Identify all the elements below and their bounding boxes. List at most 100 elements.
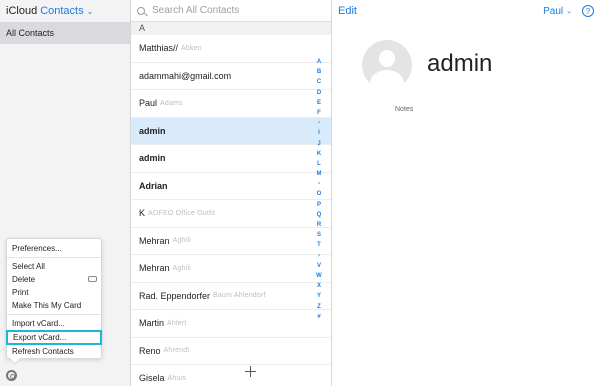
index-letter[interactable]: • xyxy=(318,179,320,189)
list-item[interactable]: Adrian xyxy=(131,173,331,200)
edit-button[interactable]: Edit xyxy=(338,5,357,17)
gear-icon[interactable] xyxy=(6,370,17,381)
index-letter[interactable]: S xyxy=(317,230,321,240)
menu-delete[interactable]: Delete xyxy=(7,273,101,286)
list-item[interactable]: Mehran Aghili xyxy=(131,255,331,283)
contact-first-name: Reno xyxy=(139,345,161,356)
index-letter[interactable]: R xyxy=(317,220,321,230)
index-letter[interactable]: E xyxy=(317,98,321,108)
contact-first-name: K xyxy=(139,208,146,219)
index-letter[interactable]: I xyxy=(318,128,320,138)
menu-import-vcard[interactable]: Import vCard... xyxy=(7,317,101,330)
menu-divider xyxy=(7,314,101,315)
app-switcher[interactable]: Contacts xyxy=(40,5,83,17)
index-letter[interactable]: J xyxy=(317,139,320,149)
contact-first-name: Paul xyxy=(139,98,158,109)
contact-first-name: Adrian xyxy=(139,180,168,191)
contact-first-name: Gisela xyxy=(139,373,165,384)
avatar-head xyxy=(379,50,395,67)
index-letter[interactable]: P xyxy=(317,200,321,210)
index-letter[interactable]: X xyxy=(317,281,321,291)
list-item[interactable]: K AOFEO Office Outfit xyxy=(131,200,331,228)
app-header: iCloud Contacts ⌄ xyxy=(0,0,130,22)
contact-last-name: Adams xyxy=(160,99,183,107)
list-item[interactable]: Gisela Ahuis xyxy=(131,365,331,386)
index-letter[interactable]: L xyxy=(317,159,321,169)
list-item[interactable]: adammahi@gmail.com xyxy=(131,63,331,90)
index-letter[interactable]: A xyxy=(317,57,321,67)
index-letter[interactable]: K xyxy=(317,149,321,159)
index-letter[interactable]: V xyxy=(317,261,321,271)
contact-last-name: Baum Ahlendorf xyxy=(213,292,266,300)
menu-print[interactable]: Print xyxy=(7,286,101,299)
add-contact-icon[interactable] xyxy=(245,366,256,377)
sidebar: iCloud Contacts ⌄ All Contacts Preferenc… xyxy=(0,0,131,386)
account-menu[interactable]: Paul xyxy=(543,6,563,17)
menu-divider xyxy=(7,257,101,258)
contact-first-name: Mehran xyxy=(139,263,170,274)
contact-first-name: Matthias// xyxy=(139,43,179,54)
index-letter[interactable]: # xyxy=(317,312,320,322)
list-item[interactable]: Martin Ahlert xyxy=(131,310,331,338)
contact-first-name: admin xyxy=(139,153,166,164)
contact-first-name: adammahi@gmail.com xyxy=(139,70,232,81)
menu-preferences[interactable]: Preferences... xyxy=(7,242,101,255)
menu-refresh-contacts[interactable]: Refresh Contacts xyxy=(7,345,101,358)
notes-label: Notes xyxy=(395,106,414,113)
alphabet-index[interactable]: A B C D E F • I J K L M • O P Q R S T • V W X Y Z # xyxy=(315,57,323,322)
search-icon xyxy=(137,6,145,15)
contact-last-name: Ahrendt xyxy=(163,347,190,355)
avatar-body xyxy=(370,70,404,90)
help-icon[interactable]: ? xyxy=(582,5,594,17)
index-letter[interactable]: F xyxy=(317,108,321,118)
delete-key-icon xyxy=(88,276,97,282)
detail-header: Edit Paul ⌄ ? xyxy=(332,0,600,22)
search-bar xyxy=(131,0,331,22)
list-item[interactable]: Paul Adams xyxy=(131,90,331,118)
index-letter[interactable]: M xyxy=(317,169,322,179)
chevron-down-icon[interactable]: ⌄ xyxy=(566,7,572,15)
index-letter[interactable]: Y xyxy=(317,291,321,301)
settings-menu: Preferences... Select All Delete Print M… xyxy=(6,238,102,365)
index-letter[interactable]: T xyxy=(317,240,321,250)
menu-select-all[interactable]: Select All xyxy=(7,260,101,273)
list-item[interactable]: admin xyxy=(131,145,331,173)
contact-detail-pane: Edit Paul ⌄ ? admin Notes xyxy=(332,0,600,386)
contact-first-name: Mehran xyxy=(139,235,170,246)
search-input[interactable] xyxy=(152,5,322,16)
index-letter[interactable]: • xyxy=(318,251,320,261)
group-all-contacts[interactable]: All Contacts xyxy=(0,22,130,44)
index-letter[interactable]: O xyxy=(317,189,322,199)
contact-last-name: Ahlert xyxy=(167,319,187,327)
contact-first-name: admin xyxy=(139,125,166,136)
contact-name: admin xyxy=(427,50,493,77)
contact-last-name: Aghili xyxy=(172,264,191,272)
index-letter[interactable]: Q xyxy=(317,210,322,220)
contact-last-name: Abken xyxy=(181,44,202,52)
list-item[interactable]: admin xyxy=(131,117,331,145)
list-item[interactable]: Rad. Eppendorfer Baum Ahlendorf xyxy=(131,283,331,310)
contact-list: Matthias//Abken adammahi@gmail.com Paul Ada… xyxy=(131,35,331,386)
menu-export-vcard[interactable]: Export vCard... xyxy=(6,330,102,345)
menu-delete-label: Delete xyxy=(12,275,36,284)
account-controls: Paul ⌄ ? xyxy=(543,5,594,17)
contact-last-name: AOFEO Office Outfit xyxy=(148,209,216,217)
chevron-down-icon[interactable]: ⌄ xyxy=(87,7,94,16)
index-letter[interactable]: Z xyxy=(317,302,321,312)
list-item[interactable]: Mehran Aghili xyxy=(131,228,331,255)
index-letter[interactable]: • xyxy=(318,118,320,128)
icloud-label: iCloud xyxy=(6,5,38,17)
contact-first-name: Rad. Eppendorfer xyxy=(139,290,211,301)
index-letter[interactable]: B xyxy=(317,67,321,77)
index-letter[interactable]: W xyxy=(316,271,322,281)
menu-make-my-card[interactable]: Make This My Card xyxy=(7,299,101,312)
index-letter[interactable]: C xyxy=(317,77,321,87)
list-item[interactable]: Reno Ahrendt xyxy=(131,338,331,365)
contact-last-name: Aghili xyxy=(172,237,191,245)
contact-first-name: Martin xyxy=(139,318,165,329)
avatar xyxy=(362,40,412,90)
contact-last-name: Ahuis xyxy=(167,374,187,382)
index-letter[interactable]: D xyxy=(317,88,321,98)
list-item[interactable]: Matthias//Abken xyxy=(131,35,331,63)
contact-list-pane: A Matthias//Abkenadammahi@gmail.comPaulA… xyxy=(131,0,332,386)
